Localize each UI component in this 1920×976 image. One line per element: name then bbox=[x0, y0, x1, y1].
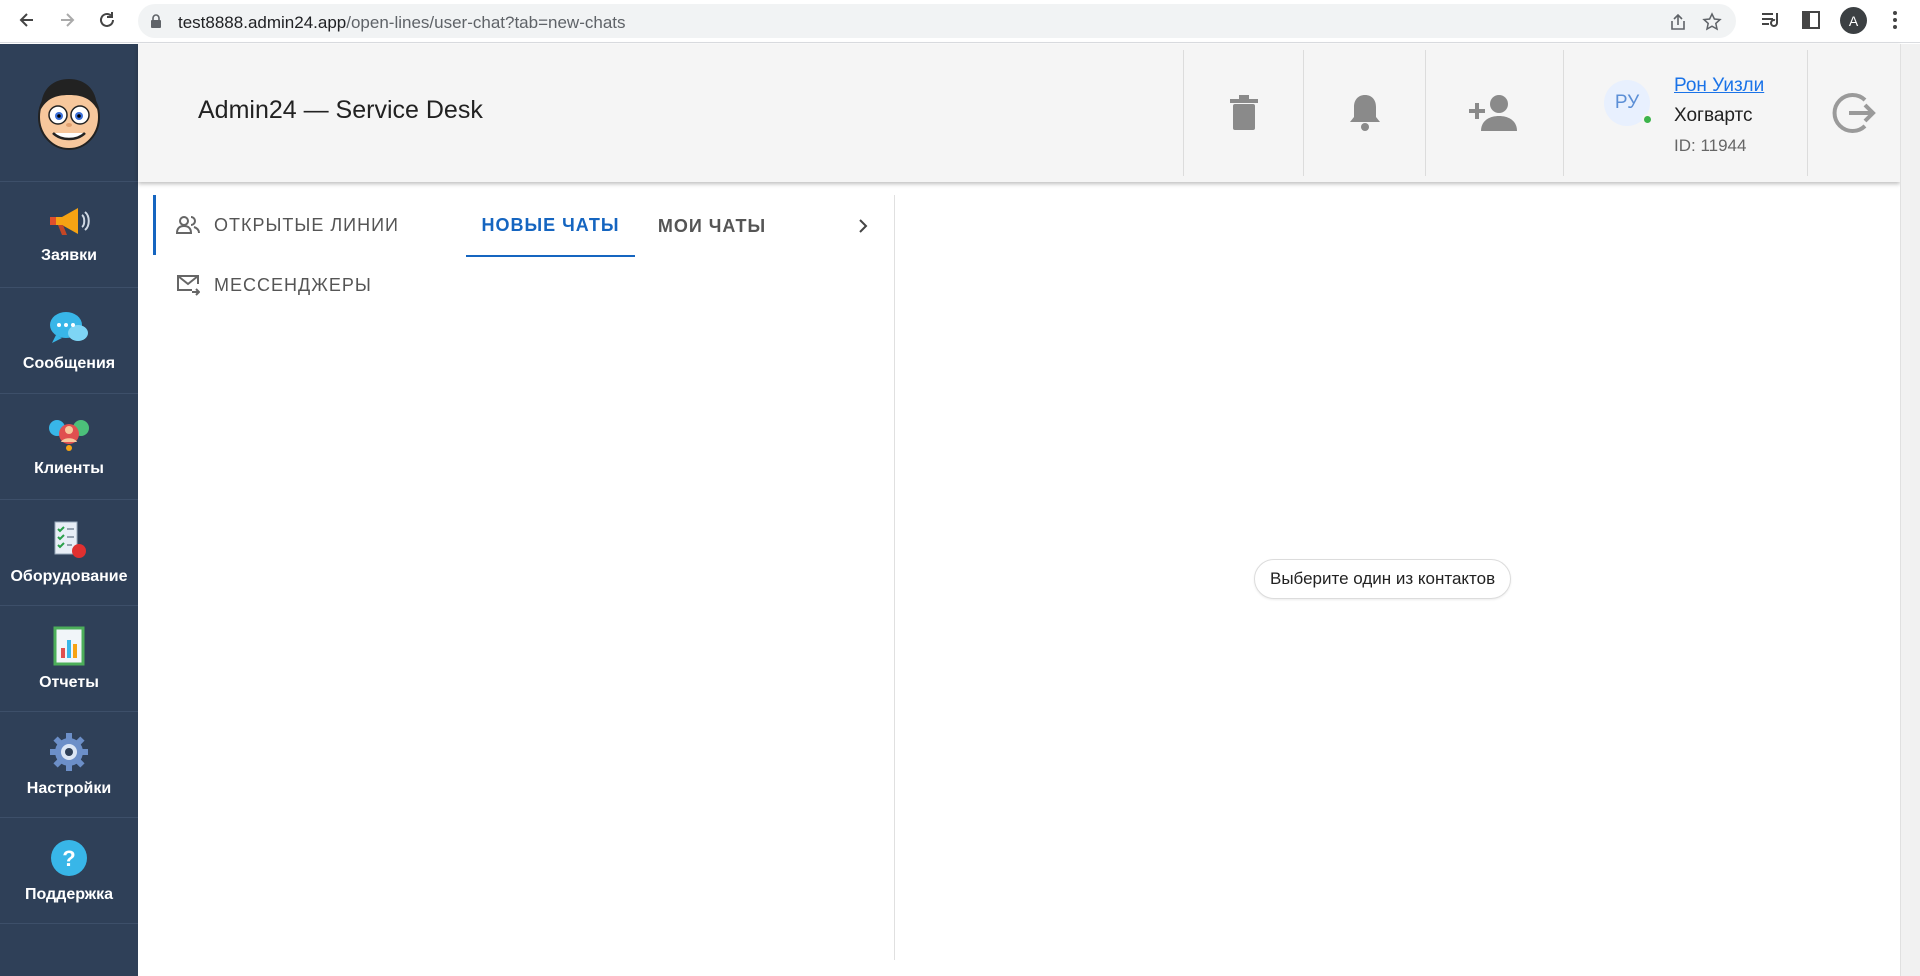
online-status-dot bbox=[1642, 114, 1653, 125]
page-title: Admin24 — Service Desk bbox=[198, 96, 483, 124]
sidebar: Заявки Сообщения Клиенты Оборудование От… bbox=[0, 44, 138, 976]
people-icon bbox=[176, 216, 200, 234]
app-header: Admin24 — Service Desk РУ Рон Уизли Хогв… bbox=[138, 44, 1900, 182]
media-playlist-icon[interactable] bbox=[1760, 9, 1782, 31]
trash-icon bbox=[1229, 95, 1258, 130]
sidebar-item-label: Настройки bbox=[26, 779, 112, 797]
chat-list-panel: ОТКРЫТЫЕ ЛИНИИ МЕССЕНДЖЕРЫ НОВЫЕ ЧАТЫ МО… bbox=[150, 195, 895, 960]
user-name-link[interactable]: Рон Уизли bbox=[1674, 75, 1764, 97]
sidebar-item-settings[interactable]: Настройки bbox=[0, 712, 138, 818]
tab-new-chats[interactable]: НОВЫЕ ЧАТЫ bbox=[466, 195, 635, 257]
menu-item-open-lines[interactable]: ОТКРЫТЫЕ ЛИНИИ bbox=[153, 195, 443, 255]
sidebar-item-clients[interactable]: Клиенты bbox=[0, 394, 138, 500]
notifications-button[interactable] bbox=[1303, 50, 1425, 176]
add-user-icon bbox=[1468, 95, 1517, 131]
logout-button[interactable] bbox=[1808, 50, 1900, 176]
svg-text:?: ? bbox=[62, 846, 75, 871]
forward-icon[interactable] bbox=[54, 7, 80, 33]
share-icon[interactable] bbox=[1668, 12, 1688, 32]
sidebar-item-label: Заявки bbox=[41, 246, 97, 264]
gear-icon bbox=[50, 732, 88, 771]
trash-button[interactable] bbox=[1183, 50, 1303, 176]
side-panel-icon[interactable] bbox=[1800, 9, 1822, 31]
tabs-scroll-right-button[interactable] bbox=[850, 213, 876, 239]
url-text: test8888.admin24.app/open-lines/user-cha… bbox=[178, 13, 626, 32]
megaphone-icon bbox=[50, 207, 90, 235]
empty-state-message: Выберите один из контактов bbox=[1254, 559, 1512, 599]
sidebar-item-label: Поддержка bbox=[24, 885, 114, 903]
profile-avatar[interactable]: A bbox=[1840, 7, 1867, 34]
user-profile: РУ Рон Уизли Хогвартс ID: 11944 bbox=[1563, 50, 1808, 176]
add-user-button[interactable] bbox=[1425, 50, 1563, 176]
sidebar-item-support[interactable]: ? Поддержка bbox=[0, 818, 138, 924]
address-bar[interactable]: test8888.admin24.app/open-lines/user-cha… bbox=[138, 4, 1736, 38]
menu-item-messengers[interactable]: МЕССЕНДЖЕРЫ bbox=[153, 255, 443, 315]
sidebar-item-equipment[interactable]: Оборудование bbox=[0, 500, 138, 606]
clients-icon bbox=[49, 419, 89, 451]
user-organization: Хогвартс bbox=[1674, 105, 1753, 126]
lock-icon bbox=[150, 14, 162, 33]
help-icon: ? bbox=[51, 839, 87, 876]
sidebar-item-messages[interactable]: Сообщения bbox=[0, 288, 138, 394]
mail-forward-icon bbox=[177, 275, 200, 296]
reload-icon[interactable] bbox=[94, 7, 120, 33]
sidebar-item-reports[interactable]: Отчеты bbox=[0, 606, 138, 712]
menu-item-label: ОТКРЫТЫЕ ЛИНИИ bbox=[214, 214, 399, 235]
star-icon[interactable] bbox=[1702, 12, 1722, 32]
equipment-checklist-icon bbox=[54, 521, 86, 558]
reports-icon bbox=[53, 626, 85, 665]
sidebar-item-label: Оборудование bbox=[10, 567, 128, 585]
browser-toolbar: test8888.admin24.app/open-lines/user-cha… bbox=[0, 0, 1920, 43]
user-id: ID: 11944 bbox=[1674, 136, 1747, 155]
sidebar-item-label: Клиенты bbox=[34, 459, 104, 477]
more-vert-icon[interactable] bbox=[1884, 9, 1906, 31]
sidebar-item-requests[interactable]: Заявки bbox=[0, 182, 138, 288]
logo[interactable] bbox=[0, 44, 138, 182]
chat-bubbles-icon bbox=[50, 311, 88, 343]
menu-item-label: МЕССЕНДЖЕРЫ bbox=[214, 274, 372, 295]
back-icon[interactable] bbox=[14, 7, 40, 33]
mascot-face-icon bbox=[38, 78, 100, 150]
page-scrollbar[interactable] bbox=[1900, 44, 1920, 976]
sidebar-item-label: Сообщения bbox=[22, 354, 116, 372]
bell-icon bbox=[1349, 95, 1380, 131]
sidebar-item-label: Отчеты bbox=[39, 673, 99, 691]
logout-icon bbox=[1832, 93, 1876, 133]
tab-my-chats[interactable]: МОИ ЧАТЫ bbox=[650, 195, 774, 257]
chevron-right-icon bbox=[859, 219, 868, 233]
